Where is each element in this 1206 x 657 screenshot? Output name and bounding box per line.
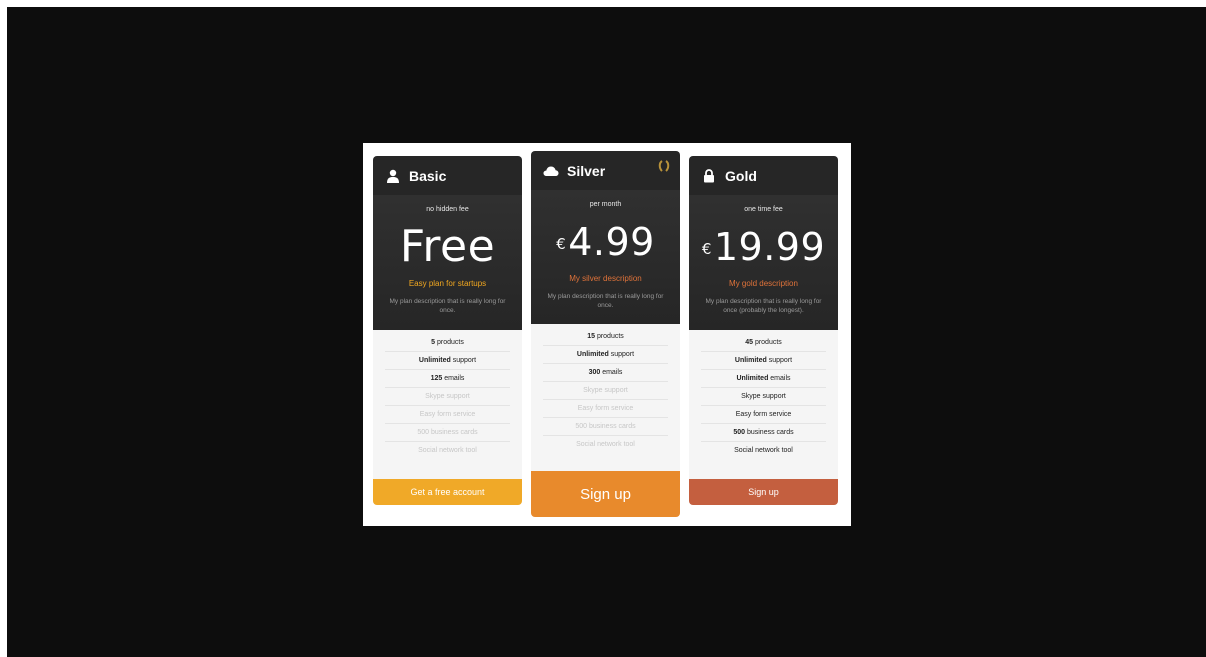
feature-item: Unlimited support — [701, 352, 826, 370]
feature-text: Easy form service — [419, 411, 476, 418]
plan-name: Gold — [725, 167, 757, 184]
feature-text: emails — [600, 369, 623, 376]
feature-text: Social network tool — [734, 447, 793, 454]
feature-item: 45 products — [701, 334, 826, 352]
lock-icon — [701, 168, 717, 184]
cloud-icon — [543, 163, 559, 179]
feature-text: emails — [768, 375, 791, 382]
plan-pricing: no hidden fee Free Easy plan for startup… — [373, 195, 522, 330]
feature-item: Social network tool — [543, 436, 668, 454]
plan-period: no hidden fee — [426, 206, 469, 213]
plan-description: My plan description that is really long … — [705, 298, 822, 314]
plan-description: My plan description that is really long … — [389, 298, 506, 314]
plan-pricing: one time fee €19.99 My gold description … — [689, 195, 838, 330]
feature-text: support — [608, 351, 635, 358]
plan-price: Free — [399, 221, 496, 272]
feature-highlight: Unlimited — [576, 351, 609, 358]
laurel-icon — [658, 159, 670, 172]
feature-text: support — [450, 357, 477, 364]
plan-price: €4.99 — [531, 220, 680, 264]
sign-up-button[interactable]: Sign up — [689, 479, 838, 505]
feature-highlight: 125 — [430, 375, 443, 382]
feature-text: products — [435, 339, 464, 346]
feature-text: Social network tool — [418, 447, 477, 454]
plan-price: €19.99 — [689, 225, 838, 269]
feature-item: Unlimited support — [543, 346, 668, 364]
plan-period: per month — [589, 201, 622, 208]
feature-text: business cards — [745, 429, 794, 436]
feature-highlight: 300 — [588, 369, 601, 376]
feature-item: 500 business cards — [385, 424, 510, 442]
feature-item: Unlimited emails — [701, 370, 826, 388]
feature-highlight: 500 — [733, 429, 746, 436]
feature-item: Social network tool — [701, 442, 826, 460]
feature-highlight: 45 — [745, 339, 753, 346]
feature-highlight: Unlimited — [418, 357, 451, 364]
plan-name: Silver — [567, 162, 606, 179]
feature-item: Unlimited support — [385, 352, 510, 370]
plan-tagline: Easy plan for startups — [408, 279, 487, 288]
feature-text: 500 business cards — [417, 429, 478, 436]
feature-text: products — [595, 333, 624, 340]
feature-list: 45 products Unlimited support Unlimited em… — [689, 330, 838, 460]
feature-text: Skype support — [583, 387, 628, 394]
feature-item: 125 emails — [385, 370, 510, 388]
feature-text: Skype support — [741, 393, 786, 400]
price-amount: 4.99 — [568, 220, 655, 264]
plan-pricing: per month €4.99 My silver description My… — [531, 190, 680, 324]
feature-item: Skype support — [543, 382, 668, 400]
plan-period: one time fee — [744, 206, 783, 213]
feature-item: Easy form service — [701, 406, 826, 424]
plan-gold: Gold one time fee €19.99 My gold descrip… — [689, 156, 838, 505]
feature-text: Social network tool — [576, 441, 635, 448]
plan-header: Gold — [689, 156, 838, 195]
plan-description: My plan description that is really long … — [547, 293, 664, 309]
plan-header: Basic — [373, 156, 522, 195]
feature-text: Skype support — [425, 393, 470, 400]
feature-text: emails — [442, 375, 465, 382]
feature-highlight: 15 — [587, 333, 595, 340]
feature-item: Skype support — [385, 388, 510, 406]
backdrop: Basic no hidden fee Free Easy plan for s… — [7, 7, 1206, 657]
user-icon — [385, 168, 401, 184]
plan-silver: Silver per month €4.99 My silver descrip… — [531, 151, 680, 517]
feature-text: 500 business cards — [575, 423, 636, 430]
feature-item: Social network tool — [385, 442, 510, 460]
plan-basic: Basic no hidden fee Free Easy plan for s… — [373, 156, 522, 505]
feature-list: 15 products Unlimited support 300 emails Sk… — [531, 324, 680, 454]
feature-item: 5 products — [385, 334, 510, 352]
feature-item: Skype support — [701, 388, 826, 406]
feature-item: 300 emails — [543, 364, 668, 382]
plan-name: Basic — [409, 167, 447, 184]
get-free-account-button[interactable]: Get a free account — [373, 479, 522, 505]
feature-item: 500 business cards — [701, 424, 826, 442]
currency-symbol: € — [556, 235, 567, 253]
currency-symbol: € — [701, 240, 712, 258]
feature-item: Easy form service — [385, 406, 510, 424]
plan-header: Silver — [531, 151, 680, 190]
sign-up-button[interactable]: Sign up — [531, 471, 680, 517]
price-amount: 19.99 — [713, 225, 826, 269]
feature-highlight: Unlimited — [736, 375, 769, 382]
feature-text: Easy form service — [735, 411, 792, 418]
feature-text: products — [753, 339, 782, 346]
feature-highlight: Unlimited — [734, 357, 767, 364]
plan-tagline: My gold description — [729, 279, 798, 288]
feature-item: Easy form service — [543, 400, 668, 418]
feature-list: 5 products Unlimited support 125 emails Sky… — [373, 330, 522, 460]
feature-text: support — [766, 357, 793, 364]
feature-item: 500 business cards — [543, 418, 668, 436]
feature-text: Easy form service — [577, 405, 634, 412]
feature-item: 15 products — [543, 328, 668, 346]
plan-tagline: My silver description — [569, 274, 642, 283]
pricing-table: Basic no hidden fee Free Easy plan for s… — [363, 143, 851, 526]
